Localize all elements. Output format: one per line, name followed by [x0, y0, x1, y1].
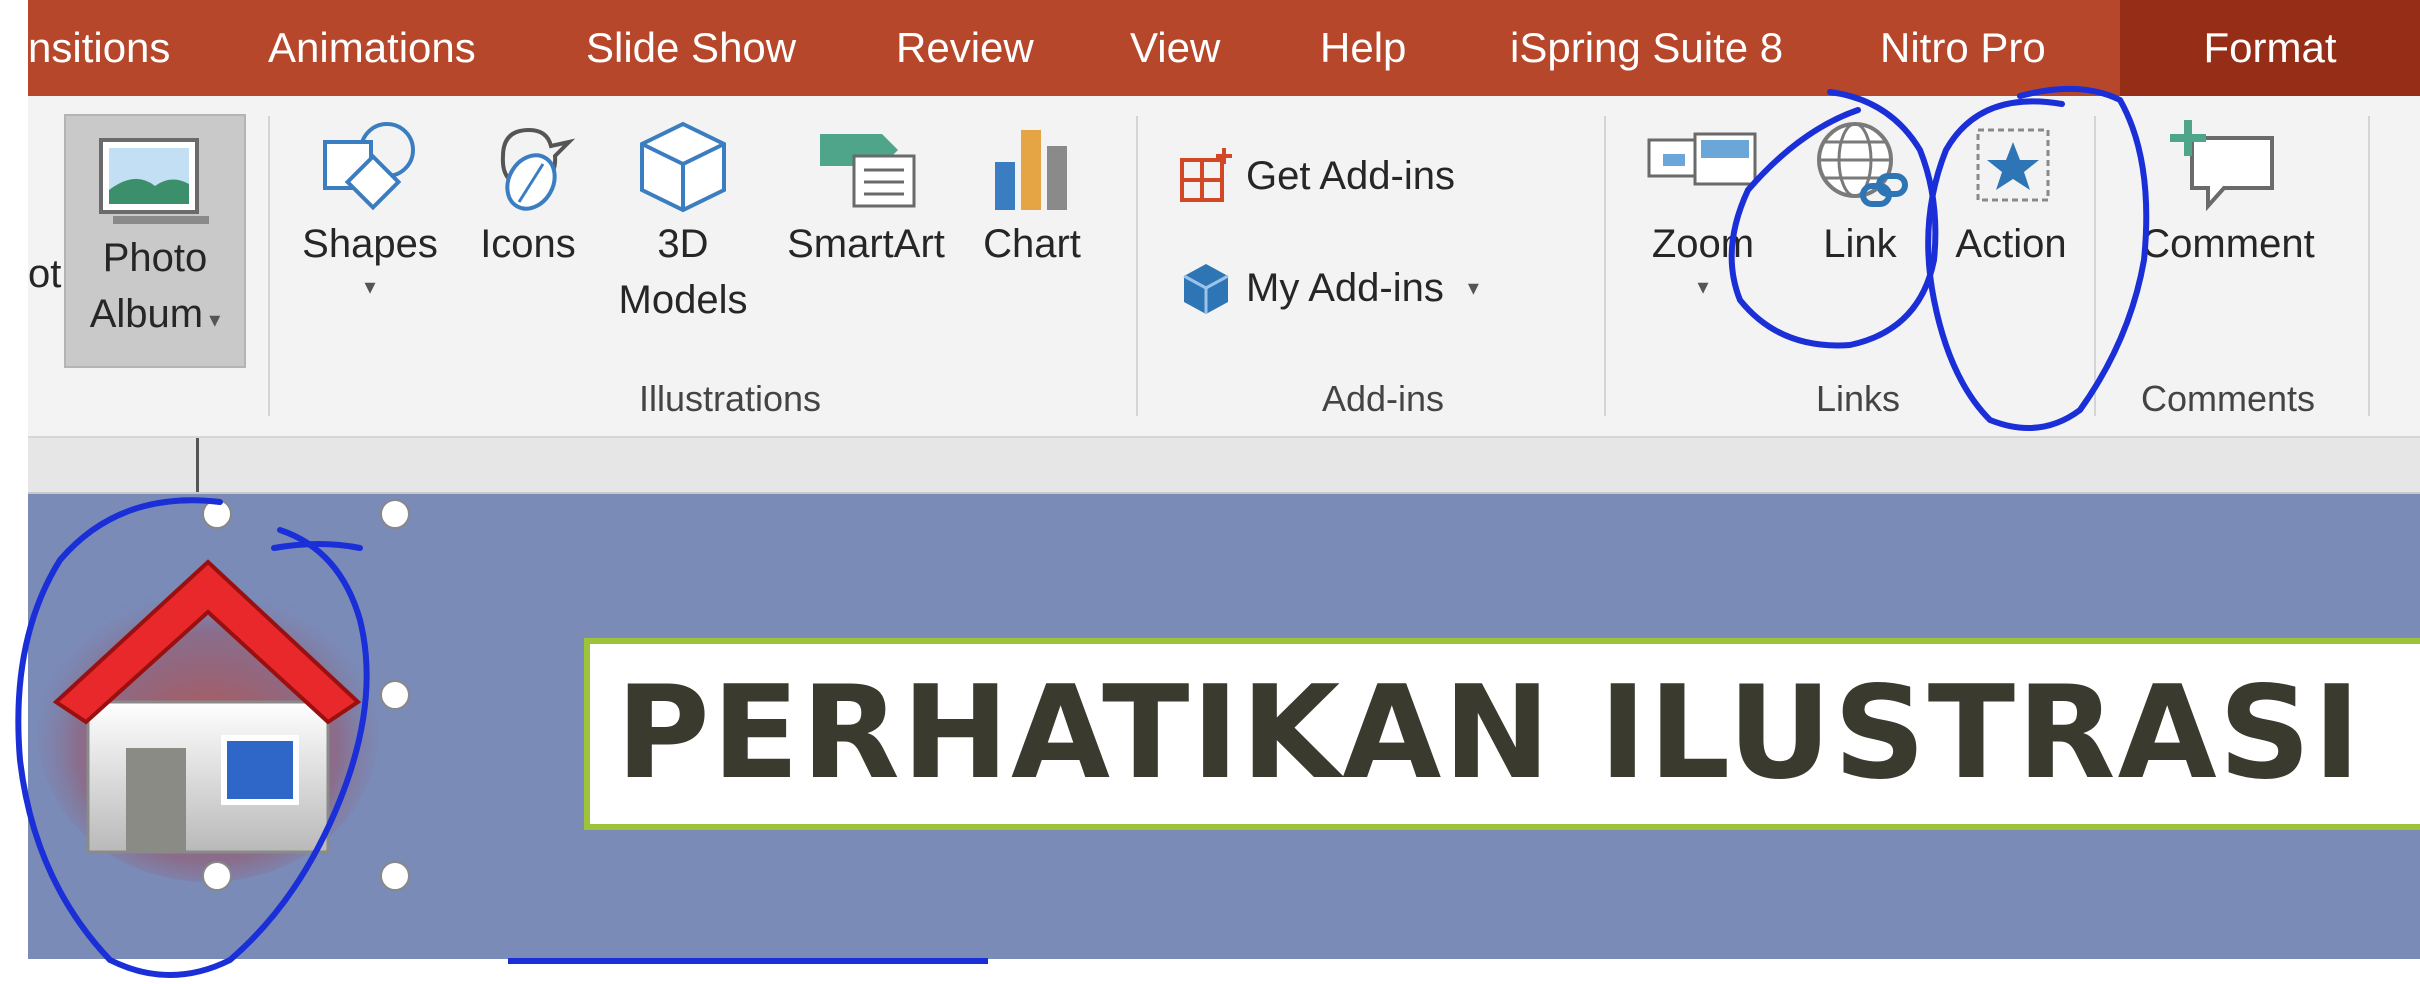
home-picture[interactable]	[28, 512, 380, 882]
ink-underline	[508, 958, 988, 964]
tab-format[interactable]: Format	[2120, 0, 2420, 96]
chevron-down-icon: ▾	[364, 274, 376, 299]
comment-add-icon	[2170, 120, 2274, 212]
addins-group-label: Add-ins	[1321, 378, 1445, 419]
ruler-marker	[196, 438, 199, 492]
tab-animations[interactable]: Animations	[268, 0, 476, 96]
powerpoint-window: nsitions Animations Slide Show Review Vi…	[28, 0, 2420, 984]
resize-handle[interactable]	[380, 499, 410, 529]
icons-label: Icons	[480, 222, 576, 266]
my-addins-button[interactable]: My Add-ins ▾	[1176, 258, 1479, 318]
group-separator	[2368, 116, 2370, 416]
3d-models-button[interactable]: 3D Models	[608, 116, 758, 328]
resize-handle[interactable]	[380, 680, 410, 710]
photo-album-label-line2: Album ▾	[89, 292, 221, 336]
slide-title: PERHATIKAN ILUSTRASI D	[616, 659, 2420, 808]
tab-view[interactable]: View	[1130, 0, 1220, 96]
star-action-icon	[1976, 128, 2050, 202]
shapes-button[interactable]: Shapes ▾	[300, 116, 440, 302]
links-group-label: Links	[1815, 378, 1901, 419]
link-button[interactable]: Link	[1790, 116, 1930, 272]
get-addins-label: Get Add-ins	[1246, 153, 1456, 198]
globe-link-icon	[1817, 122, 1908, 207]
icons-button[interactable]: Icons	[468, 116, 588, 272]
store-icon	[1180, 148, 1232, 202]
shapes-icon	[323, 122, 415, 211]
ribbon-tab-bar: nsitions Animations Slide Show Review Vi…	[28, 0, 2420, 96]
resize-handle[interactable]	[202, 499, 232, 529]
illustrations-group-label: Illustrations	[638, 378, 822, 419]
smartart-button[interactable]: SmartArt	[776, 116, 956, 272]
link-label: Link	[1823, 222, 1897, 266]
home-icon	[38, 559, 378, 882]
group-separator	[268, 116, 270, 416]
my-addins-label: My Add-ins	[1246, 265, 1444, 310]
ribbon-panel: ot Photo Album ▾ Shapes ▾ Icons 3D Model…	[28, 96, 2420, 438]
photo-album-button[interactable]: Photo Album ▾	[64, 114, 246, 368]
group-separator	[1136, 116, 1138, 416]
shapes-label: Shapes	[302, 222, 438, 266]
resize-handle[interactable]	[380, 861, 410, 891]
partial-button-label: ot	[28, 252, 62, 296]
tab-review[interactable]: Review	[896, 0, 1034, 96]
comments-group-label: Comments	[2140, 378, 2316, 419]
tab-ispring-suite[interactable]: iSpring Suite 8	[1510, 0, 1783, 96]
tab-slide-show[interactable]: Slide Show	[586, 0, 796, 96]
icons-icon	[500, 127, 576, 211]
action-button[interactable]: Action	[1936, 116, 2086, 272]
chart-label: Chart	[983, 222, 1081, 266]
slide-canvas[interactable]: PERHATIKAN ILUSTRASI D	[28, 494, 2420, 959]
3d-models-label-line2: Models	[618, 278, 748, 322]
get-addins-button[interactable]: Get Add-ins	[1176, 146, 1455, 206]
cube-icon	[640, 121, 726, 213]
chevron-down-icon: ▾	[1467, 275, 1479, 300]
smartart-label: SmartArt	[787, 222, 945, 266]
partial-button[interactable]: ot	[28, 246, 62, 302]
smartart-icon	[820, 134, 916, 208]
photo-album-icon	[99, 138, 209, 224]
resize-handle[interactable]	[202, 861, 232, 891]
3d-models-label-line1: 3D	[657, 222, 709, 266]
action-label: Action	[1955, 222, 2067, 266]
chart-button[interactable]: Chart	[972, 116, 1092, 272]
tab-nitro-pro[interactable]: Nitro Pro	[1880, 0, 2046, 96]
comment-label: Comment	[2141, 222, 2315, 266]
addin-cube-icon	[1183, 264, 1229, 314]
group-separator	[2094, 116, 2096, 416]
zoom-icon	[1647, 132, 1757, 186]
bar-chart-icon	[995, 130, 1067, 210]
photo-album-label-line1: Photo	[102, 236, 208, 280]
ruler	[28, 438, 2420, 494]
zoom-label: Zoom	[1651, 222, 1755, 266]
tab-help[interactable]: Help	[1320, 0, 1406, 96]
tab-transitions[interactable]: nsitions	[28, 0, 170, 96]
slide-title-box[interactable]: PERHATIKAN ILUSTRASI D	[584, 638, 2420, 830]
group-separator	[1604, 116, 1606, 416]
comment-button[interactable]: Comment	[2128, 116, 2328, 272]
zoom-button[interactable]: Zoom ▾	[1628, 116, 1778, 302]
chevron-down-icon: ▾	[1697, 274, 1709, 299]
